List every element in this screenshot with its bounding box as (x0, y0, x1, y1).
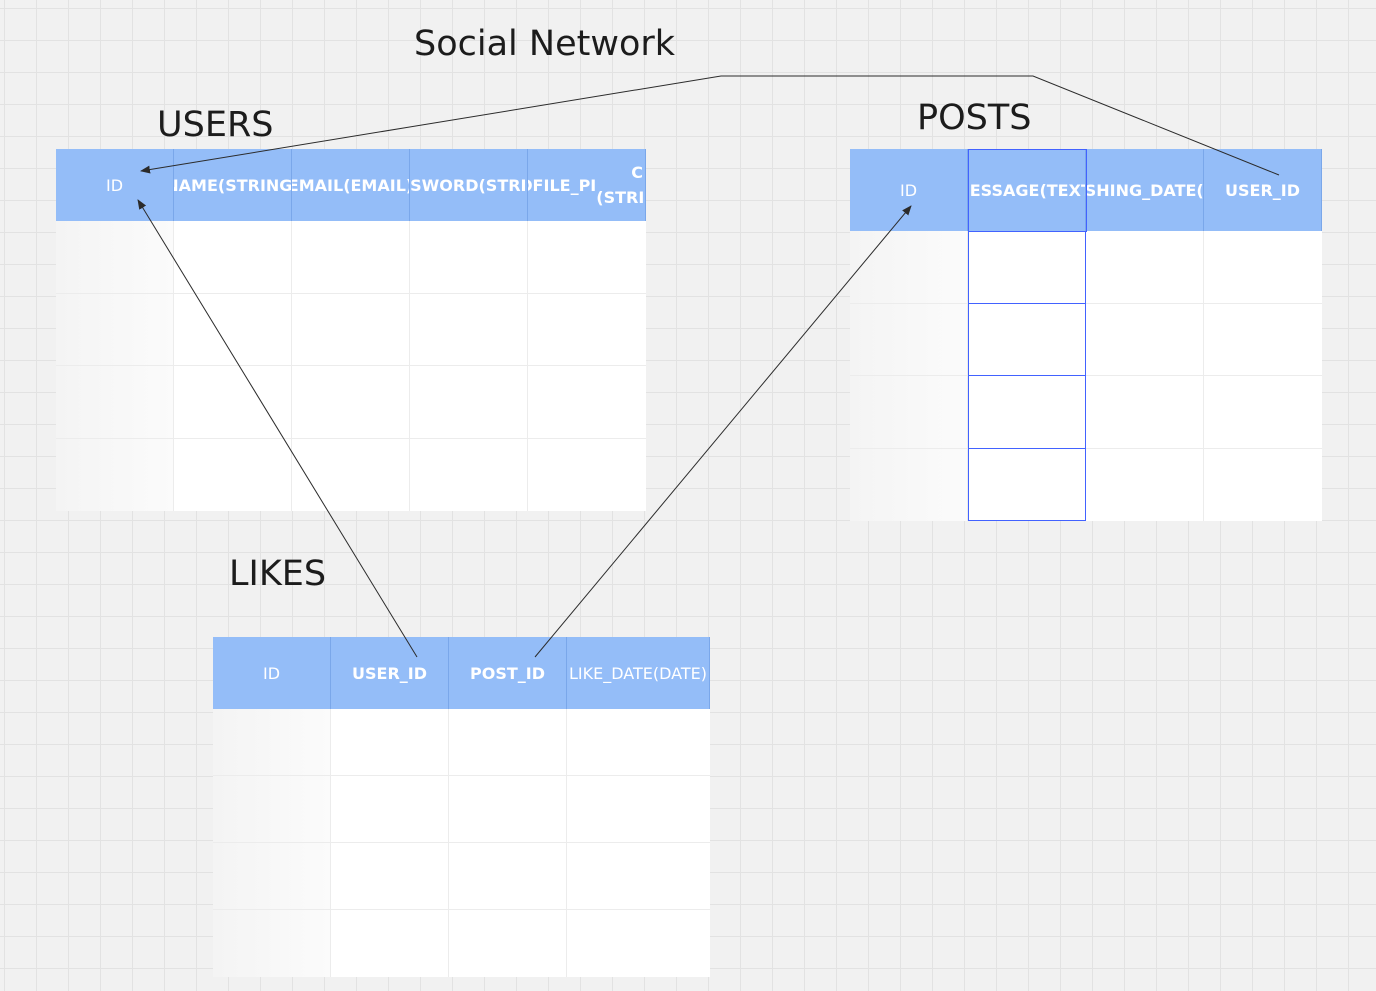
posts-column-header[interactable]: MESSAGE(TEXT) (968, 149, 1086, 231)
posts-column-header-text: PUBLISHIN (1086, 180, 1130, 200)
users-table-cell[interactable] (410, 221, 528, 294)
posts-column-header-text: ID (899, 180, 918, 200)
posts-table-cell[interactable] (968, 303, 1086, 376)
posts-table-cell[interactable] (968, 231, 1086, 304)
likes-table-cell[interactable] (567, 843, 710, 910)
users-table-cell[interactable] (528, 293, 646, 366)
posts-column-header[interactable]: ID (850, 149, 968, 231)
likes-column-header-text: USER_ID (352, 663, 427, 683)
likes-table-cell[interactable] (331, 910, 449, 977)
likes-column-header-text: ID (262, 663, 281, 683)
users-column-header[interactable]: PROFILE_PIC (STRING) (528, 149, 646, 221)
posts-table-cell[interactable] (1204, 231, 1322, 304)
likes-table-cell[interactable] (567, 910, 710, 977)
users-table-cell[interactable] (174, 366, 292, 439)
users-column-header[interactable]: PASSWORD(STRING) (410, 149, 528, 221)
users-column-header-text: (STRING) (217, 175, 292, 195)
users-table-cell[interactable] (56, 293, 174, 366)
likes-table-cell[interactable] (449, 910, 567, 977)
likes-column-header[interactable]: ID (213, 637, 331, 709)
users-table-cell[interactable] (56, 221, 174, 294)
likes-table-title: LIKES (229, 554, 327, 594)
users-table-cell[interactable] (410, 438, 528, 511)
likes-table-cell[interactable] (449, 709, 567, 776)
likes-column-header-text: (DATE) (652, 663, 707, 683)
posts-column-header-text: USER_ID (1225, 180, 1300, 200)
diagram-title: Social Network (414, 24, 676, 64)
users-column-header-text: NAME (174, 175, 218, 195)
posts-column-header-text: MESSAGE (968, 180, 1040, 200)
likes-table-cell[interactable] (567, 776, 710, 843)
posts-table-cell[interactable] (968, 376, 1086, 449)
users-table-cell[interactable] (56, 366, 174, 439)
users-table-cell[interactable] (174, 293, 292, 366)
posts-table-cell[interactable] (850, 448, 968, 521)
users-table-cell[interactable] (410, 366, 528, 439)
users-column-header-text: EMAIL (292, 175, 344, 195)
users-table-cell[interactable] (410, 293, 528, 366)
users-table-cell[interactable] (292, 438, 410, 511)
users-column-header[interactable]: NAME(STRING) (174, 149, 292, 221)
users-column-header-text: (EMAIL) (343, 175, 410, 195)
posts-table-cell[interactable] (1204, 303, 1322, 376)
likes-column-header[interactable]: LIKE_DATE (DATE) (567, 637, 710, 709)
posts-column-header-text: (TEXT) (1039, 180, 1085, 200)
users-table-cell[interactable] (174, 438, 292, 511)
posts-column-header-text: G_DATE (1129, 180, 1197, 200)
users-column-header-text: PROFILE_PI (528, 175, 597, 195)
users-table-cell[interactable] (528, 438, 646, 511)
likes-table-cell[interactable] (331, 709, 449, 776)
posts-column-header[interactable]: PUBLISHING_DATE(DATE) (1086, 149, 1204, 231)
posts-table-title: POSTS (917, 98, 1032, 138)
users-table-cell[interactable] (292, 293, 410, 366)
posts-column-header-text: (DATE) (1196, 180, 1204, 200)
likes-table-cell[interactable] (449, 776, 567, 843)
users-table[interactable]: IDNAME(STRING)EMAIL(EMAIL)PASSWORD(STRIN… (56, 149, 646, 511)
posts-table-cell[interactable] (850, 231, 968, 304)
likes-table-cell[interactable] (213, 910, 331, 977)
likes-table[interactable]: ID USER_ID POST_ID LIKE_DATE (DATE) (213, 637, 710, 977)
posts-table-cell[interactable] (1086, 448, 1204, 521)
posts-table-cell[interactable] (850, 303, 968, 376)
users-table-cell[interactable] (292, 221, 410, 294)
users-column-header-text: C (STRING) (596, 163, 645, 207)
likes-table-cell[interactable] (213, 776, 331, 843)
users-table-cell[interactable] (528, 366, 646, 439)
likes-table-cell[interactable] (331, 776, 449, 843)
likes-table-cell[interactable] (567, 709, 710, 776)
likes-column-header[interactable]: POST_ID (449, 637, 567, 709)
likes-column-header-text: LIKE_DATE (569, 663, 653, 683)
posts-table-cell[interactable] (1204, 376, 1322, 449)
likes-column-header-text: POST_ID (470, 663, 545, 683)
posts-table-cell[interactable] (1204, 448, 1322, 521)
posts-table-cell[interactable] (1086, 376, 1204, 449)
users-table-cell[interactable] (174, 221, 292, 294)
users-column-header[interactable]: ID (56, 149, 174, 221)
users-column-header[interactable]: EMAIL (EMAIL) (292, 149, 410, 221)
users-table-cell[interactable] (56, 438, 174, 511)
posts-column-header[interactable]: USER_ID (1204, 149, 1322, 231)
users-table-title: USERS (157, 105, 274, 145)
likes-table-cell[interactable] (213, 843, 331, 910)
posts-table-cell[interactable] (1086, 231, 1204, 304)
users-column-header-text: PASSWORD (410, 175, 479, 195)
likes-table-cell[interactable] (331, 843, 449, 910)
posts-table-cell[interactable] (850, 376, 968, 449)
users-column-header-text: ID (105, 175, 124, 195)
users-table-cell[interactable] (528, 221, 646, 294)
likes-table-cell[interactable] (449, 843, 567, 910)
posts-table-cell[interactable] (968, 448, 1086, 521)
likes-table-cell[interactable] (213, 709, 331, 776)
users-table-cell[interactable] (292, 366, 410, 439)
likes-column-header[interactable]: USER_ID (331, 637, 449, 709)
posts-table[interactable]: ID MESSAGE(TEXT)PUBLISHING_DATE(DATE) USER… (850, 149, 1322, 521)
posts-table-cell[interactable] (1086, 303, 1204, 376)
users-column-header-text: (STRING) (478, 175, 527, 195)
